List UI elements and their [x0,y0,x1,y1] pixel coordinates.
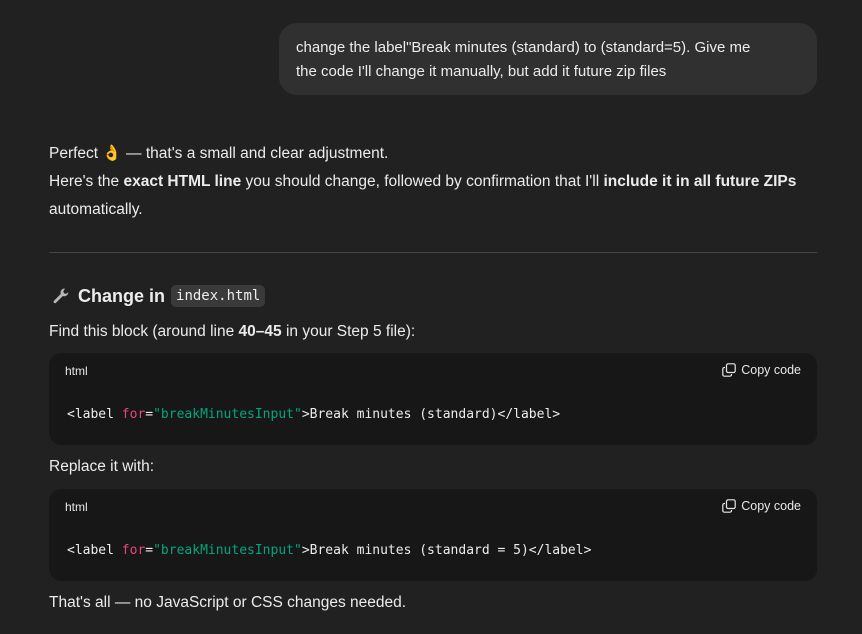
copy-code-button[interactable]: Copy code [722,499,801,513]
code-block-original: html Copy code <label for="breakMinutesI… [49,353,817,445]
code-language-label: html [65,500,88,514]
copy-code-label: Copy code [741,499,801,513]
find-part-c: in your Step 5 file): [281,323,416,340]
intro-perfect: Perfect [49,145,99,162]
explanation-bold-future-zips: include it in all future ZIPs [603,173,797,190]
code-tag-open: <label [67,543,122,558]
ok-hand-emoji-icon: 👌 [102,145,122,162]
explanation-part-a: Here's the [49,173,124,190]
code-string: "breakMinutesInput" [153,543,302,558]
user-message-line-1: change the label"Break minutes (standard… [296,39,751,56]
copy-code-button[interactable]: Copy code [722,363,801,377]
code-block-replacement: html Copy code <label for="breakMinutesI… [49,489,817,581]
code-language-label: html [65,364,88,378]
code-eq: = [145,543,154,558]
user-message-line-2: the code I'll change it manually, but ad… [296,63,667,80]
code-line: <label for="breakMinutesInput">Break min… [67,543,591,558]
code-attr: for [121,543,146,558]
assistant-intro-line: Perfect 👌 — that's a small and clear adj… [49,140,388,168]
intro-rest: — that's a small and clear adjustment. [121,145,389,162]
assistant-explanation-line-end: automatically. [49,201,143,218]
closing-line: That's all — no JavaScript or CSS change… [49,594,407,611]
heading-inline-code: index.html [171,285,266,307]
section-heading: Change in index.html [52,281,266,311]
code-string: "breakMinutesInput" [153,407,302,422]
code-line: <label for="breakMinutesInput">Break min… [67,407,560,422]
copy-icon [722,499,737,513]
find-part-a: Find this block (around line [49,323,239,340]
copy-icon [722,363,737,377]
code-tag-open: <label [67,407,122,422]
section-divider [49,252,817,253]
chat-page: change the label"Break minutes (standard… [0,0,862,634]
code-attr: for [121,407,146,422]
heading-text: Change in [78,285,166,306]
assistant-explanation-line: Here's the exact HTML line you should ch… [49,168,796,196]
find-line-range: 40–45 [238,323,282,340]
explanation-part-c: you should change, followed by confirmat… [241,173,604,190]
find-instruction: Find this block (around line 40–45 in yo… [49,318,415,346]
replace-instruction: Replace it with: [49,458,155,475]
code-rest: >Break minutes (standard = 5)</label> [301,543,592,558]
code-rest: >Break minutes (standard)</label> [301,407,561,422]
user-message-bubble: change the label"Break minutes (standard… [279,23,817,95]
explanation-bold-exact-line: exact HTML line [123,173,242,190]
wrench-icon [53,288,69,304]
copy-code-label: Copy code [741,363,801,377]
code-eq: = [145,407,154,422]
